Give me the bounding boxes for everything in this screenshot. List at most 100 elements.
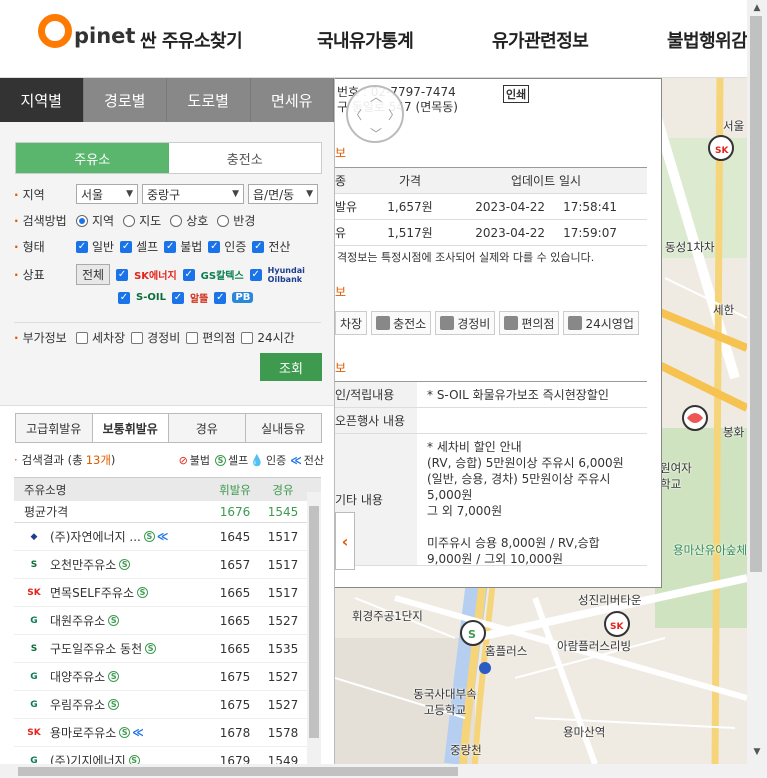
form-computer-checkbox[interactable]: ✓ 전산 [252, 238, 290, 255]
page-vertical-scrollbar[interactable]: ▲ ▼ [747, 0, 767, 778]
brand-soil-checkbox[interactable]: ✓ [118, 291, 134, 304]
tab-charging-station[interactable]: 충전소 [168, 143, 321, 173]
method-map-radio[interactable]: 지도 [123, 212, 161, 229]
table-row[interactable]: G 대양주유소 S 1675 1527 [14, 663, 321, 691]
scroll-down-icon[interactable]: ▼ [747, 744, 767, 760]
station-name[interactable]: 구도일주유소 동천 [50, 640, 142, 657]
extra-carwash-checkbox[interactable]: 세차장 [76, 329, 125, 346]
station-name-cell[interactable]: (주)기지에너지 S [50, 752, 211, 764]
brand-pb-checkbox[interactable]: ✓ [214, 291, 230, 304]
table-row[interactable]: S 오천만주유소 S 1657 1517 [14, 551, 321, 579]
brand-row-2: ✓ S-OIL ✓ 알뜰 ✓ PB [118, 290, 259, 305]
scroll-up-icon[interactable]: ▲ [747, 0, 767, 16]
gasoline-price: 1675 [219, 697, 251, 712]
brand-gs-checkbox[interactable]: ✓ [182, 268, 199, 281]
station-name-cell[interactable]: 용마로주유소 S ≪ [50, 724, 211, 741]
dong-select[interactable]: 읍/면/동 ▼ [248, 184, 318, 204]
price-row: 유 1,517원 2023-04-22 17:59:07 [335, 220, 647, 246]
self-icon: S [108, 615, 120, 626]
tab-kerosene[interactable]: 실내등유 [245, 414, 321, 442]
diesel-price: 1517 [267, 529, 299, 544]
service-label: 24시영업 [585, 316, 634, 331]
station-name-cell[interactable]: 면목SELF주유소 S [50, 584, 211, 601]
station-name[interactable]: 우림주유소 [50, 696, 105, 713]
table-row[interactable]: G (주)기지에너지 S 1679 1549 [14, 747, 321, 764]
station-rows: ◆ (주)자연에너지 ... S ≪ 1645 1517 S 오천만주유소 S 1657 1517 S… [14, 523, 321, 764]
list-scroll-thumb[interactable] [309, 506, 319, 738]
table-row[interactable]: SK 용마로주유소 S ≪ 1678 1578 [14, 719, 321, 747]
extra-repair-checkbox[interactable]: 경정비 [131, 329, 180, 346]
form-illegal-checkbox[interactable]: ✓ 불법 [164, 238, 202, 255]
price-time: 17:59:07 [563, 225, 617, 240]
gs-logo-icon: GS칼텍스 [200, 271, 244, 282]
service-repair: 경정비 [435, 311, 496, 335]
pan-right-icon[interactable]: 〉 [388, 106, 400, 123]
brand-all-button[interactable]: 전체 [76, 264, 111, 285]
result-legend: ⊘ 불법 S 셀프 💧 인증 ≪ 전산 [179, 452, 324, 468]
collapse-panel-button[interactable]: ‹ [335, 512, 355, 570]
table-row[interactable]: ◆ (주)자연에너지 ... S ≪ 1645 1517 [14, 523, 321, 551]
station-name-cell[interactable]: 오천만주유소 S [50, 556, 211, 573]
hscroll-thumb[interactable] [18, 767, 458, 776]
pan-left-icon[interactable]: 〈 [350, 106, 362, 123]
station-name[interactable]: (주)자연에너지 ... [50, 528, 141, 545]
tab-gas-station[interactable]: 주유소 [16, 143, 169, 173]
radio-label: 지역 [92, 214, 115, 228]
station-name[interactable]: 대원주유소 [50, 612, 105, 629]
table-row[interactable]: G 우림주유소 S 1675 1527 [14, 691, 321, 719]
table-row[interactable]: G 대원주유소 S 1665 1527 [14, 607, 321, 635]
tab-route[interactable]: 경로별 [83, 78, 167, 122]
nav-cheap-station[interactable]: 싼 주유소찾기 [140, 27, 243, 53]
list-scrollbar[interactable] [307, 492, 321, 764]
station-name-cell[interactable]: 구도일주유소 동천 S [50, 640, 211, 657]
sido-select[interactable]: 서울 ▼ [76, 184, 138, 204]
station-name[interactable]: (주)기지에너지 [50, 752, 126, 764]
brand-sk-checkbox[interactable]: ✓ [116, 268, 132, 281]
hyundai-logo-icon: ◆ [30, 531, 38, 542]
station-name-cell[interactable]: (주)자연에너지 ... S ≪ [50, 528, 211, 545]
pan-up-icon[interactable]: ︿ [370, 88, 382, 105]
station-name[interactable]: 면목SELF주유소 [50, 584, 134, 601]
extra-store-checkbox[interactable]: 편의점 [186, 329, 235, 346]
station-name-cell[interactable]: 우림주유소 S [50, 696, 211, 713]
station-name[interactable]: 오천만주유소 [50, 556, 116, 573]
radio-dot [217, 214, 230, 227]
pan-down-icon[interactable]: ﹀ [370, 125, 382, 142]
tab-taxfree[interactable]: 면세유 [250, 78, 334, 122]
page-horizontal-scrollbar[interactable] [0, 764, 747, 778]
station-name[interactable]: 대양주유소 [50, 668, 105, 685]
brand-hyundai-checkbox[interactable]: ✓ [249, 268, 266, 281]
opinet-logo[interactable]: pinet [38, 14, 135, 48]
tab-premium-gasoline[interactable]: 고급휘발유 [16, 414, 93, 442]
brand-altteul-checkbox[interactable]: ✓ [171, 291, 188, 304]
nav-illegal[interactable]: 불법행위감 [667, 27, 748, 53]
gu-select[interactable]: 중랑구 ▼ [142, 184, 244, 204]
form-self-checkbox[interactable]: ✓ 셀프 [120, 238, 158, 255]
method-name-radio[interactable]: 상호 [170, 212, 208, 229]
search-button[interactable]: 조회 [260, 353, 322, 381]
table-row[interactable]: S 구도일주유소 동천 S 1665 1535 [14, 635, 321, 663]
method-radius-radio[interactable]: 반경 [217, 212, 255, 229]
sk-logo-icon: SK에너지 [134, 271, 177, 282]
service-label: 경정비 [457, 316, 491, 331]
tab-region[interactable]: 지역별 [0, 78, 84, 122]
map-pan-control[interactable]: ︿ ﹀ 〈 〉 [346, 85, 404, 143]
illegal-icon: ⊘ [178, 453, 188, 467]
station-name-cell[interactable]: 대원주유소 S [50, 612, 211, 629]
tab-diesel[interactable]: 경유 [169, 414, 246, 442]
tab-regular-gasoline[interactable]: 보통휘발유 [92, 414, 169, 442]
form-certified-checkbox[interactable]: ✓ 인증 [208, 238, 246, 255]
nav-oil-info[interactable]: 유가관련정보 [492, 27, 589, 53]
soil-logo-icon: S [30, 643, 38, 654]
form-general-checkbox[interactable]: ✓ 일반 [76, 238, 114, 255]
nav-domestic-stats[interactable]: 국내유가통계 [317, 27, 414, 53]
page-scroll-thumb[interactable] [750, 16, 762, 572]
table-row[interactable]: SK 면목SELF주유소 S 1665 1517 [14, 579, 321, 607]
gasoline-price: 1675 [219, 669, 251, 684]
station-name-cell[interactable]: 대양주유소 S [50, 668, 211, 685]
print-button[interactable]: 인쇄 [503, 85, 530, 103]
station-name[interactable]: 용마로주유소 [50, 724, 116, 741]
extra-24h-checkbox[interactable]: 24시간 [241, 329, 295, 346]
tab-road[interactable]: 도로별 [167, 78, 251, 122]
method-region-radio[interactable]: 지역 [76, 212, 114, 229]
